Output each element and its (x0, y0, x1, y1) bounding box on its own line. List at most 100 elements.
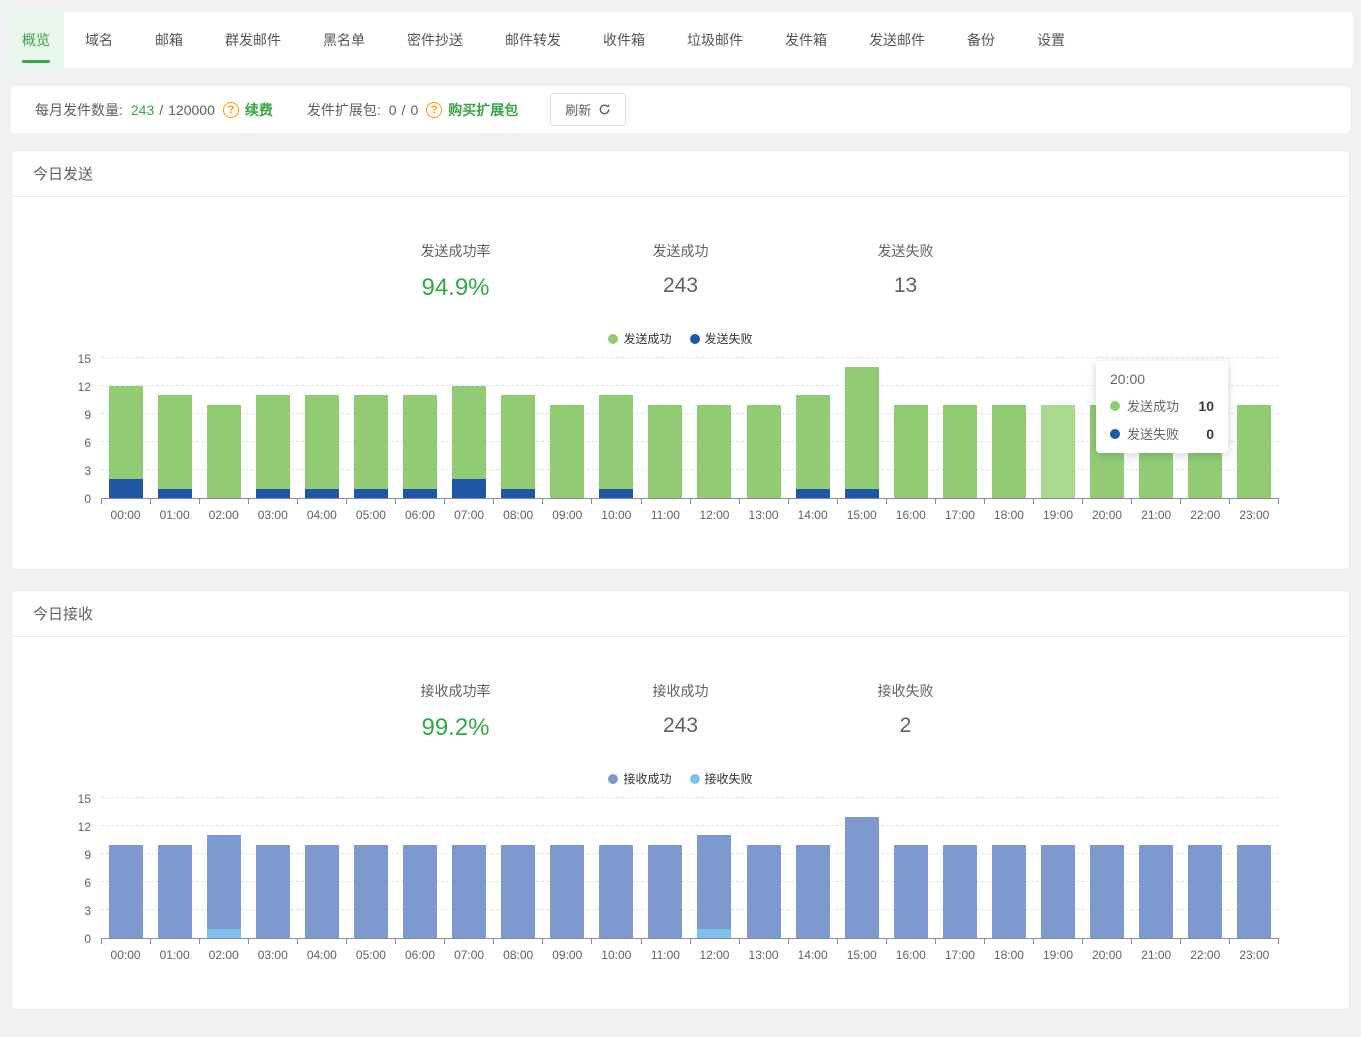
question-circle-icon[interactable]: ? (223, 102, 239, 118)
bar-10:00[interactable] (592, 799, 641, 938)
tab-密件抄送[interactable]: 密件抄送 (386, 12, 484, 68)
bar-11:00[interactable] (641, 799, 690, 938)
x-axis-label: 21:00 (1132, 948, 1181, 962)
x-axis-label: 11:00 (641, 948, 690, 962)
bar-20:00[interactable] (1083, 799, 1132, 938)
bar-04:00[interactable] (297, 359, 346, 498)
bar-stack (992, 845, 1026, 938)
x-axis-label: 18:00 (984, 508, 1033, 522)
question-circle-icon[interactable]: ? (426, 102, 442, 118)
bar-00:00[interactable] (101, 799, 150, 938)
bar-16:00[interactable] (886, 799, 935, 938)
bar-stack (354, 395, 388, 498)
tab-黑名单[interactable]: 黑名单 (302, 12, 386, 68)
tab-群发邮件[interactable]: 群发邮件 (204, 12, 302, 68)
bar-segment-发送成功 (207, 405, 241, 498)
legend-item-接收失败[interactable]: 接收失败 (690, 770, 753, 787)
bar-10:00[interactable] (592, 359, 641, 498)
bar-13:00[interactable] (739, 359, 788, 498)
bar-06:00[interactable] (395, 799, 444, 938)
legend-dot (690, 774, 700, 784)
bar-segment-接收成功 (1090, 845, 1124, 938)
bar-18:00[interactable] (984, 799, 1033, 938)
bar-07:00[interactable] (445, 799, 494, 938)
bar-stack (648, 405, 682, 498)
tab-邮箱[interactable]: 邮箱 (134, 12, 204, 68)
bar-23:00[interactable] (1230, 359, 1279, 498)
legend-label: 接收失败 (705, 770, 753, 787)
bar-18:00[interactable] (984, 359, 1033, 498)
bar-stack (403, 395, 437, 498)
bar-stack (109, 386, 143, 498)
bar-14:00[interactable] (788, 359, 837, 498)
tab-邮件转发[interactable]: 邮件转发 (484, 12, 582, 68)
bar-05:00[interactable] (346, 799, 395, 938)
bar-segment-发送成功 (256, 395, 290, 488)
legend-item-发送成功[interactable]: 发送成功 (608, 330, 671, 347)
tab-域名[interactable]: 域名 (64, 12, 134, 68)
bar-11:00[interactable] (641, 359, 690, 498)
bar-19:00[interactable] (1033, 799, 1082, 938)
bar-segment-接收成功 (256, 845, 290, 938)
bar-14:00[interactable] (788, 799, 837, 938)
bar-segment-接收成功 (1139, 845, 1173, 938)
bar-15:00[interactable] (837, 799, 886, 938)
tab-收件箱[interactable]: 收件箱 (582, 12, 666, 68)
bar-stack (943, 845, 977, 938)
renew-link[interactable]: 续费 (245, 100, 273, 120)
tab-设置[interactable]: 设置 (1016, 12, 1086, 68)
bar-stack (207, 835, 241, 938)
bar-stack (796, 845, 830, 938)
axis-tick (1034, 939, 1083, 944)
bar-19:00[interactable] (1033, 359, 1082, 498)
bar-12:00[interactable] (690, 359, 739, 498)
bar-03:00[interactable] (248, 359, 297, 498)
bar-22:00[interactable] (1181, 799, 1230, 938)
legend-item-接收成功[interactable]: 接收成功 (608, 770, 671, 787)
bar-07:00[interactable] (445, 359, 494, 498)
axis-tick (1181, 939, 1230, 944)
bar-04:00[interactable] (297, 799, 346, 938)
refresh-button[interactable]: 刷新 (550, 93, 626, 126)
bar-segment-接收成功 (796, 845, 830, 938)
axis-tick (101, 499, 151, 504)
tab-概览[interactable]: 概览 (8, 12, 64, 68)
x-axis-label: 01:00 (150, 948, 199, 962)
bar-17:00[interactable] (935, 359, 984, 498)
bar-08:00[interactable] (494, 799, 543, 938)
bar-08:00[interactable] (494, 359, 543, 498)
panel-header: 今日发送 (12, 151, 1349, 197)
bar-03:00[interactable] (248, 799, 297, 938)
bar-21:00[interactable] (1132, 799, 1181, 938)
bar-17:00[interactable] (935, 799, 984, 938)
bar-00:00[interactable] (101, 359, 150, 498)
buy-expansion-pack-link[interactable]: 购买扩展包 (448, 100, 518, 120)
bar-16:00[interactable] (886, 359, 935, 498)
bar-06:00[interactable] (395, 359, 444, 498)
x-axis-label: 03:00 (248, 508, 297, 522)
x-axis-label: 18:00 (984, 948, 1033, 962)
bar-12:00[interactable] (690, 799, 739, 938)
bar-13:00[interactable] (739, 799, 788, 938)
bar-02:00[interactable] (199, 799, 248, 938)
bar-02:00[interactable] (199, 359, 248, 498)
x-axis-label: 16:00 (886, 508, 935, 522)
bar-15:00[interactable] (837, 359, 886, 498)
bar-09:00[interactable] (543, 359, 592, 498)
bar-stack (845, 367, 879, 498)
tab-垃圾邮件[interactable]: 垃圾邮件 (666, 12, 764, 68)
legend-item-发送失败[interactable]: 发送失败 (690, 330, 753, 347)
tab-发件箱[interactable]: 发件箱 (764, 12, 848, 68)
stat-label: 发送失败 (793, 241, 1018, 261)
tab-发送邮件[interactable]: 发送邮件 (848, 12, 946, 68)
bar-01:00[interactable] (150, 359, 199, 498)
bar-23:00[interactable] (1230, 799, 1279, 938)
today-receive-panel: 今日接收 接收成功率99.2%接收成功243接收失败2 接收成功接收失败 036… (11, 590, 1350, 1010)
tab-备份[interactable]: 备份 (946, 12, 1016, 68)
bar-segment-发送失败 (158, 489, 192, 498)
bar-segment-接收成功 (747, 845, 781, 938)
expansion-pack-used: 0 (389, 102, 397, 118)
bar-01:00[interactable] (150, 799, 199, 938)
bar-05:00[interactable] (346, 359, 395, 498)
bar-09:00[interactable] (543, 799, 592, 938)
